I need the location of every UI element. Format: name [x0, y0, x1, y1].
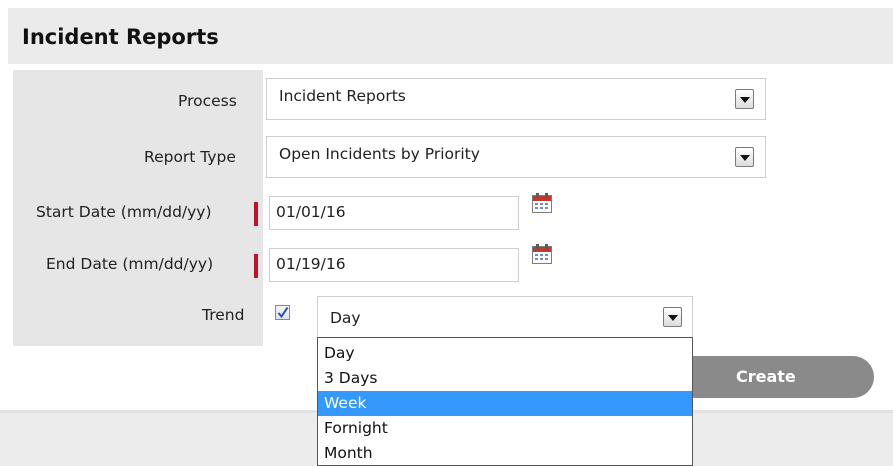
process-select[interactable]: Incident Reports: [266, 78, 766, 120]
trend-options-list: Day 3 Days Week Fornight Month: [317, 337, 693, 466]
end-date-field[interactable]: 01/19/16: [269, 248, 519, 282]
required-marker: [254, 254, 258, 278]
required-marker: [254, 202, 258, 226]
start-date-value: 01/01/16: [276, 203, 346, 221]
trend-value: Day: [330, 309, 361, 327]
chevron-down-icon: [668, 315, 678, 321]
process-value: Incident Reports: [279, 87, 406, 105]
trend-option-day[interactable]: Day: [318, 341, 692, 366]
calendar-icon[interactable]: [531, 243, 553, 265]
process-label: Process: [178, 92, 237, 110]
trend-option-week[interactable]: Week: [318, 391, 692, 416]
trend-option-3-days[interactable]: 3 Days: [318, 366, 692, 391]
chevron-down-icon: [740, 97, 750, 103]
chevron-down-icon: [740, 155, 750, 161]
trend-label: Trend: [202, 306, 245, 324]
trend-select[interactable]: Day: [317, 296, 693, 338]
report-type-select[interactable]: Open Incidents by Priority: [266, 136, 766, 178]
page-title: Incident Reports: [22, 25, 219, 49]
calendar-icon[interactable]: [531, 192, 553, 214]
end-date-value: 01/19/16: [276, 255, 346, 273]
trend-checkbox[interactable]: [275, 305, 290, 320]
process-dropdown-button[interactable]: [735, 89, 754, 109]
trend-option-month[interactable]: Month: [318, 441, 692, 465]
checkmark-icon: [277, 306, 289, 319]
start-date-label: Start Date (mm/dd/yy): [36, 203, 212, 221]
page-header: Incident Reports: [8, 8, 893, 64]
trend-dropdown-button[interactable]: [663, 307, 682, 327]
trend-option-fornight[interactable]: Fornight: [318, 416, 692, 441]
report-type-dropdown-button[interactable]: [735, 147, 754, 167]
report-type-label: Report Type: [144, 148, 236, 166]
create-button-label: Create: [736, 367, 796, 386]
create-button[interactable]: Create: [674, 356, 874, 398]
end-date-label: End Date (mm/dd/yy): [46, 255, 214, 273]
start-date-field[interactable]: 01/01/16: [269, 196, 519, 230]
report-type-value: Open Incidents by Priority: [279, 145, 480, 163]
